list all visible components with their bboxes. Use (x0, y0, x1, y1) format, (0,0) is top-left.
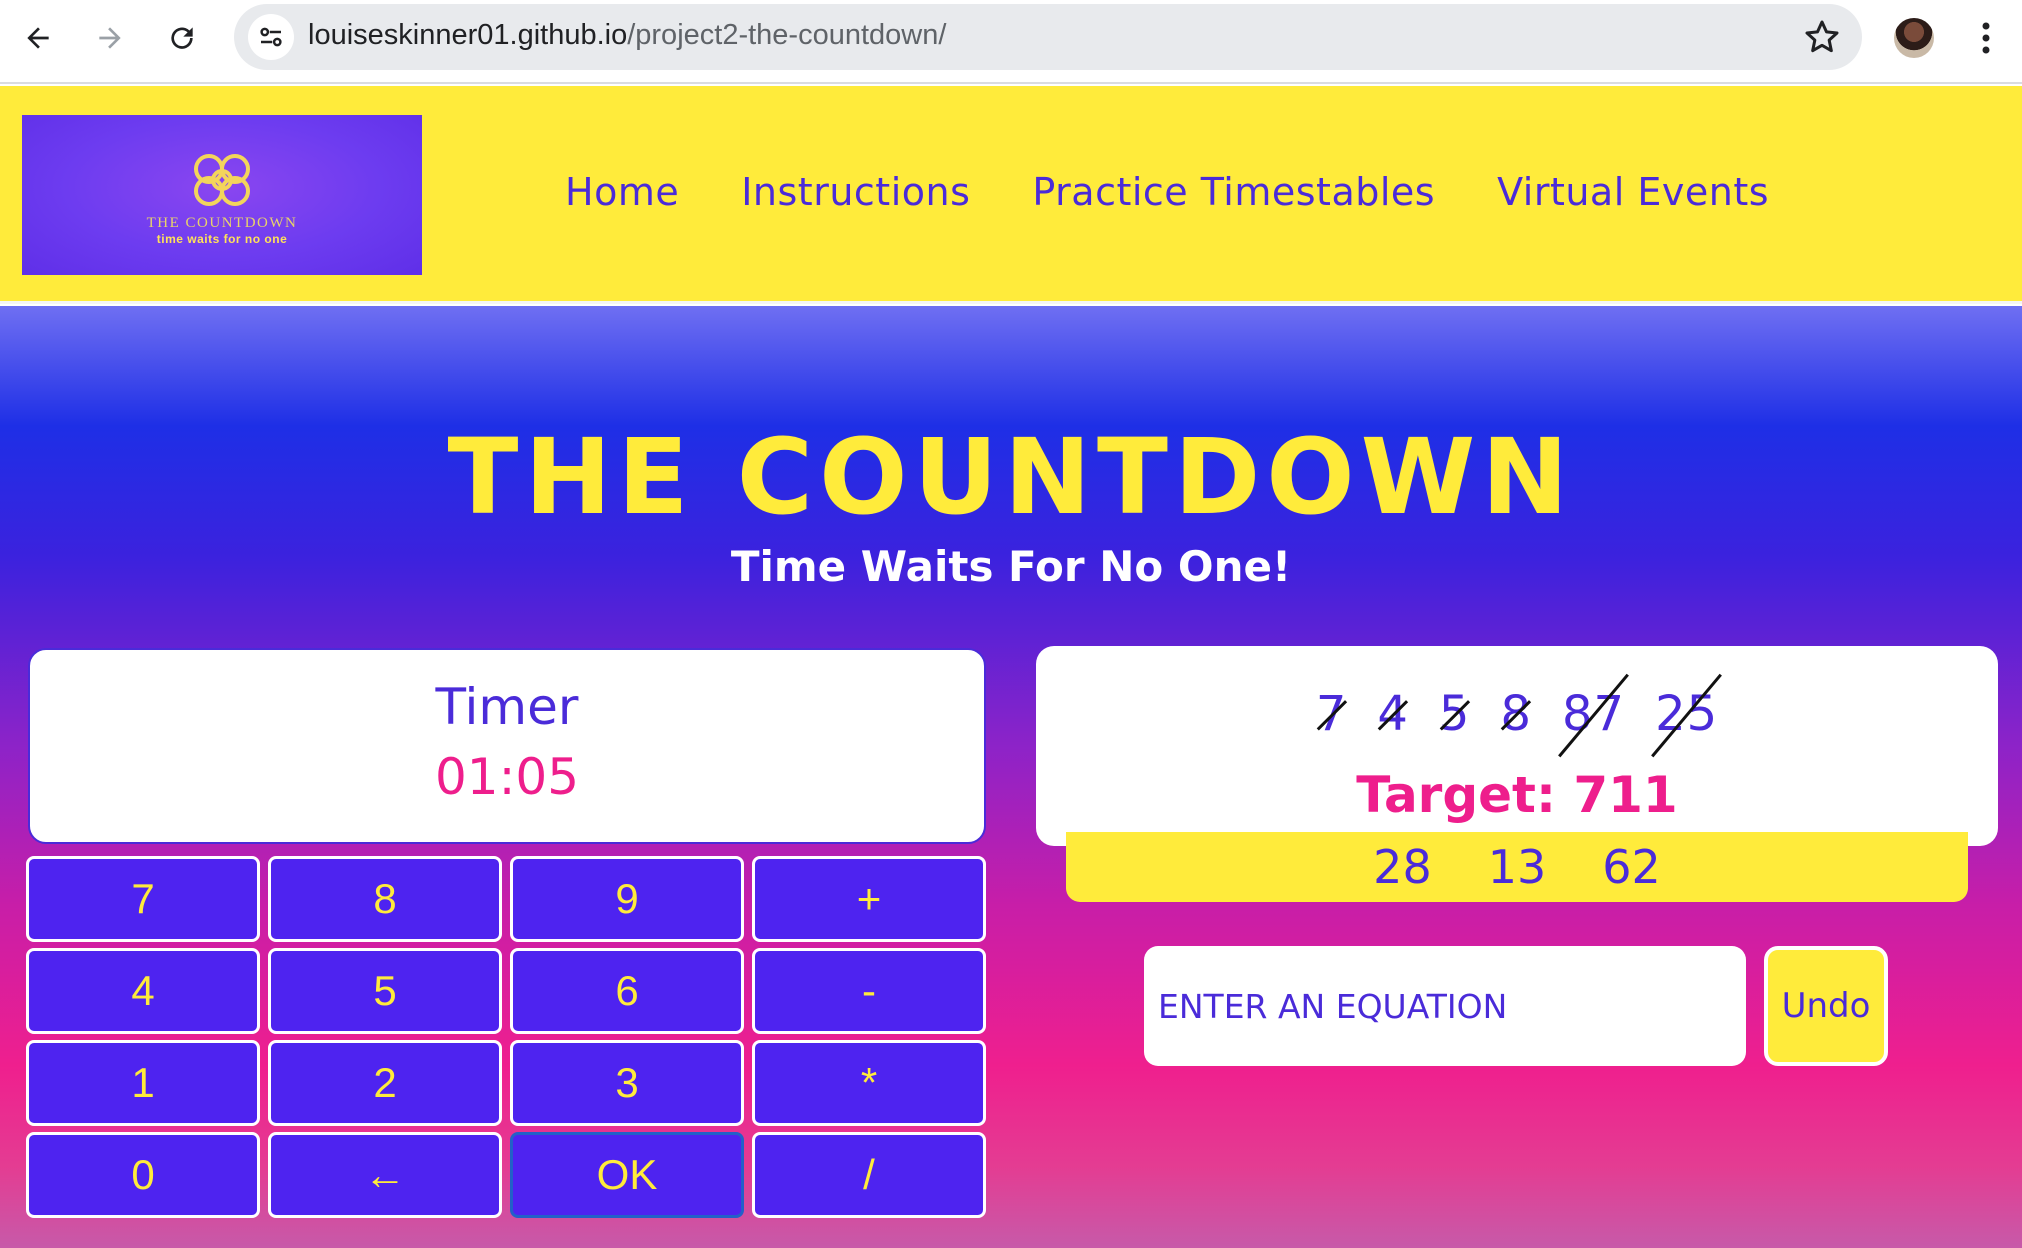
key-6[interactable]: 6 (510, 948, 744, 1034)
site-settings-icon[interactable] (248, 14, 294, 60)
number-tile[interactable]: 5 (1439, 686, 1471, 742)
key-2[interactable]: 2 (268, 1040, 502, 1126)
key-minus[interactable]: - (752, 948, 986, 1034)
timer-label: Timer (435, 678, 579, 736)
result-number[interactable]: 62 (1602, 840, 1661, 894)
browser-toolbar: louiseskinner01.github.io/project2-the-c… (0, 0, 2022, 84)
logo-tagline: time waits for no one (156, 232, 288, 246)
url-text[interactable]: louiseskinner01.github.io/project2-the-c… (308, 19, 946, 52)
key-7[interactable]: 7 (26, 856, 260, 942)
key-5[interactable]: 5 (268, 948, 502, 1034)
number-tile[interactable]: 87 (1558, 673, 1630, 758)
forward-arrow-icon[interactable] (88, 16, 132, 60)
site-header: THE COUNTDOWN time waits for no one Home… (0, 86, 2022, 304)
site-logo[interactable]: THE COUNTDOWN time waits for no one (22, 115, 422, 275)
key-9[interactable]: 9 (510, 856, 744, 942)
number-tile[interactable]: 4 (1377, 686, 1409, 742)
number-tile[interactable]: 25 (1651, 673, 1723, 758)
page-subtitle: Time Waits For No One! (730, 542, 1292, 591)
timer-value: 01:05 (434, 748, 580, 806)
key-divide[interactable]: / (752, 1132, 986, 1218)
target-value: Target: 711 (1356, 766, 1678, 824)
key-ok[interactable]: OK (510, 1132, 744, 1218)
nav-virtual-events[interactable]: Virtual Events (1497, 170, 1769, 214)
logo-title: THE COUNTDOWN (146, 215, 298, 231)
timer-card: Timer 01:05 (28, 648, 986, 844)
key-0[interactable]: 0 (26, 1132, 260, 1218)
url-path: /project2-the-countdown/ (627, 19, 947, 51)
url-host: louiseskinner01.github.io (308, 19, 628, 51)
number-selection: 7 4 5 8 87 25 (1036, 673, 1998, 758)
key-8[interactable]: 8 (268, 856, 502, 942)
nav-practice-timestables[interactable]: Practice Timestables (1032, 170, 1435, 214)
reload-icon[interactable] (160, 16, 204, 60)
kebab-menu-icon[interactable] (1966, 14, 2006, 62)
nav-home[interactable]: Home (565, 170, 679, 214)
intermediate-results: 28 13 62 (1066, 832, 1968, 902)
back-arrow-icon[interactable] (16, 16, 60, 60)
key-backspace[interactable]: ← (268, 1132, 502, 1218)
key-4[interactable]: 4 (26, 948, 260, 1034)
key-1[interactable]: 1 (26, 1040, 260, 1126)
undo-button[interactable]: Undo (1764, 946, 1888, 1066)
infinity-knot-icon (194, 154, 250, 206)
nav-instructions[interactable]: Instructions (741, 170, 970, 214)
key-multiply[interactable]: * (752, 1040, 986, 1126)
keypad: 7 8 9 + 4 5 6 - 1 2 3 * 0 ← OK / (26, 856, 988, 1218)
result-number[interactable]: 28 (1373, 840, 1432, 894)
key-3[interactable]: 3 (510, 1040, 744, 1126)
result-number[interactable]: 13 (1488, 840, 1547, 894)
address-bar[interactable]: louiseskinner01.github.io/project2-the-c… (234, 4, 1862, 70)
key-plus[interactable]: + (752, 856, 986, 942)
bookmark-star-icon[interactable] (1802, 17, 1842, 57)
game-area: THE COUNTDOWN Time Waits For No One! Tim… (0, 306, 2022, 1248)
profile-avatar[interactable] (1894, 18, 1934, 58)
equation-input[interactable] (1144, 946, 1746, 1066)
number-tile[interactable]: 7 (1316, 686, 1348, 742)
number-tile[interactable]: 8 (1500, 686, 1532, 742)
numbers-card: 7 4 5 8 87 25 Target: 711 (1036, 646, 1998, 846)
main-nav: Home Instructions Practice Timestables V… (565, 170, 1769, 214)
page-title: THE COUNTDOWN (447, 416, 1575, 538)
